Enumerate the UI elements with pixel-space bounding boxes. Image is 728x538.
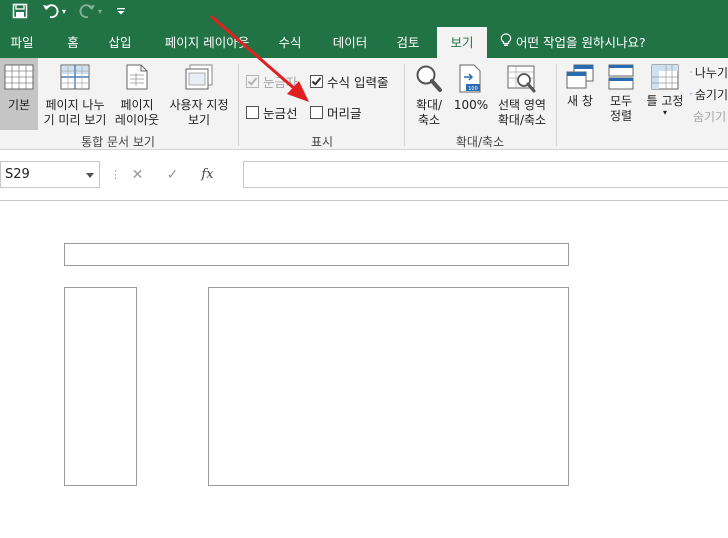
- custom-views-label: 사용자 지정 보기: [169, 98, 229, 127]
- zoom-to-selection-label: 선택 영역 확대/축소: [497, 98, 547, 127]
- arrange-all-button[interactable]: 모두 정렬: [602, 58, 640, 130]
- unhide-label: 숨기기 취소: [693, 109, 728, 124]
- gridlines-checkbox[interactable]: 눈금선: [246, 103, 298, 122]
- ribbon-separator: [404, 64, 405, 146]
- formula-bar-controls: ⋮ ✕ ✓ fx: [110, 161, 225, 188]
- page-layout-view-label: 페이지 레이아웃: [114, 98, 160, 127]
- chevron-down-icon: ▾: [662, 108, 667, 117]
- tab-review[interactable]: 검토: [386, 27, 430, 58]
- zoom-group-label: 확대/축소: [455, 135, 505, 149]
- hide-icon: [690, 93, 692, 95]
- show-group-label: 표시: [310, 135, 334, 149]
- split-button[interactable]: 나누기: [690, 64, 728, 80]
- magnifier-icon: [416, 65, 442, 92]
- worksheet-area[interactable]: [0, 201, 728, 538]
- arrange-all-label: 모두 정렬: [609, 94, 633, 123]
- chevron-down-icon[interactable]: [86, 173, 94, 178]
- tab-home[interactable]: 홈: [55, 27, 91, 58]
- tab-formulas[interactable]: 수식: [270, 27, 310, 58]
- tab-insert[interactable]: 삽입: [100, 27, 140, 58]
- page-layout-icon: [126, 64, 148, 90]
- hide-label: 숨기기: [694, 87, 728, 102]
- formula-bar-checkbox-box[interactable]: [310, 75, 323, 88]
- more-icon: ⋮: [110, 168, 121, 181]
- tell-me-box[interactable]: 어떤 작업을 원하시나요?: [500, 27, 646, 58]
- page-break-preview-button[interactable]: 페이지 나누 기 미리 보기: [40, 58, 110, 130]
- enter-icon[interactable]: ✓: [155, 167, 190, 183]
- tab-data[interactable]: 데이터: [325, 27, 375, 58]
- tell-me-text: 어떤 작업을 원하시나요?: [516, 35, 646, 50]
- formula-bar-label: 수식 입력줄: [327, 75, 389, 90]
- headings-checkbox[interactable]: 머리글: [310, 103, 362, 122]
- zoom-100-icon: 100: [459, 64, 481, 93]
- tab-file[interactable]: 파일: [0, 27, 44, 58]
- ribbon-separator: [556, 64, 557, 146]
- redo-icon: [78, 0, 96, 22]
- zoom-button[interactable]: 확대/ 축소: [408, 58, 450, 130]
- left-panel-shape[interactable]: [64, 287, 137, 486]
- insert-function-icon[interactable]: fx: [190, 167, 225, 182]
- page-break-preview-icon: [60, 64, 90, 90]
- svg-text:100: 100: [468, 86, 478, 92]
- gridlines-checkbox-box[interactable]: [246, 106, 259, 119]
- hide-button[interactable]: 숨기기: [690, 86, 728, 102]
- title-shape[interactable]: [64, 243, 569, 266]
- ribbon: 기본 페이지 나누 기 미리 보기 페이지 레이아웃 사용자 지정 보기 통합 …: [0, 58, 728, 150]
- ruler-label: 눈금자: [263, 75, 298, 90]
- undo-icon[interactable]: [42, 0, 60, 22]
- freeze-panes-icon: [651, 64, 679, 90]
- custom-views-icon: [185, 64, 213, 90]
- ribbon-separator: [238, 64, 239, 146]
- zoom-to-selection-button[interactable]: 선택 영역 확대/축소: [492, 58, 552, 130]
- zoom-100-button[interactable]: 100 100%: [452, 58, 490, 130]
- formula-input[interactable]: [243, 161, 728, 188]
- normal-view-button[interactable]: 기본: [0, 58, 38, 130]
- cancel-icon[interactable]: ✕: [120, 167, 155, 183]
- normal-view-label: 기본: [7, 98, 31, 112]
- headings-label: 머리글: [327, 106, 362, 121]
- tab-page-layout[interactable]: 페이지 레이아웃: [152, 27, 262, 58]
- split-icon: [690, 71, 692, 73]
- new-window-button[interactable]: 새 창: [560, 58, 600, 130]
- normal-view-icon: [4, 64, 34, 90]
- formula-bar-checkbox[interactable]: 수식 입력줄: [310, 72, 388, 91]
- tab-view[interactable]: 보기: [437, 27, 487, 58]
- freeze-panes-button[interactable]: 틀 고정 ▾: [642, 58, 688, 130]
- page-layout-view-button[interactable]: 페이지 레이아웃: [112, 58, 162, 130]
- split-label: 나누기: [694, 65, 728, 80]
- custom-views-button[interactable]: 사용자 지정 보기: [164, 58, 234, 130]
- redo-dropdown-icon: ▾: [98, 6, 103, 16]
- workbook-views-group-label: 통합 문서 보기: [81, 135, 155, 149]
- lightbulb-icon: [500, 27, 512, 58]
- name-box[interactable]: S29: [0, 161, 100, 188]
- zoom-label: 확대/ 축소: [415, 98, 443, 127]
- main-panel-shape[interactable]: [208, 287, 569, 486]
- freeze-panes-label: 틀 고정: [646, 94, 684, 108]
- title-bar: ▾ ▾ 파일 홈 삽입 페이지 레이아웃 수식 데이터 검토 보기 어떤 작업을…: [0, 0, 728, 58]
- page-break-preview-label: 페이지 나누 기 미리 보기: [43, 98, 107, 127]
- formula-bar-row: S29 ⋮ ✕ ✓ fx: [0, 150, 728, 201]
- customize-qat-icon[interactable]: [116, 0, 126, 22]
- zoom-100-label: 100%: [453, 98, 489, 112]
- new-window-label: 새 창: [567, 94, 593, 108]
- undo-dropdown-icon[interactable]: ▾: [62, 0, 66, 22]
- unhide-button: 숨기기 취소: [690, 108, 728, 124]
- ruler-checkbox-box: [246, 75, 259, 88]
- zoom-selection-icon: [507, 65, 536, 93]
- name-box-value: S29: [5, 167, 30, 182]
- headings-checkbox-box[interactable]: [310, 106, 323, 119]
- new-window-icon: [566, 64, 594, 89]
- gridlines-label: 눈금선: [263, 106, 298, 121]
- ruler-checkbox: 눈금자: [246, 72, 298, 91]
- save-icon[interactable]: [12, 0, 28, 22]
- arrange-all-icon: [608, 64, 634, 90]
